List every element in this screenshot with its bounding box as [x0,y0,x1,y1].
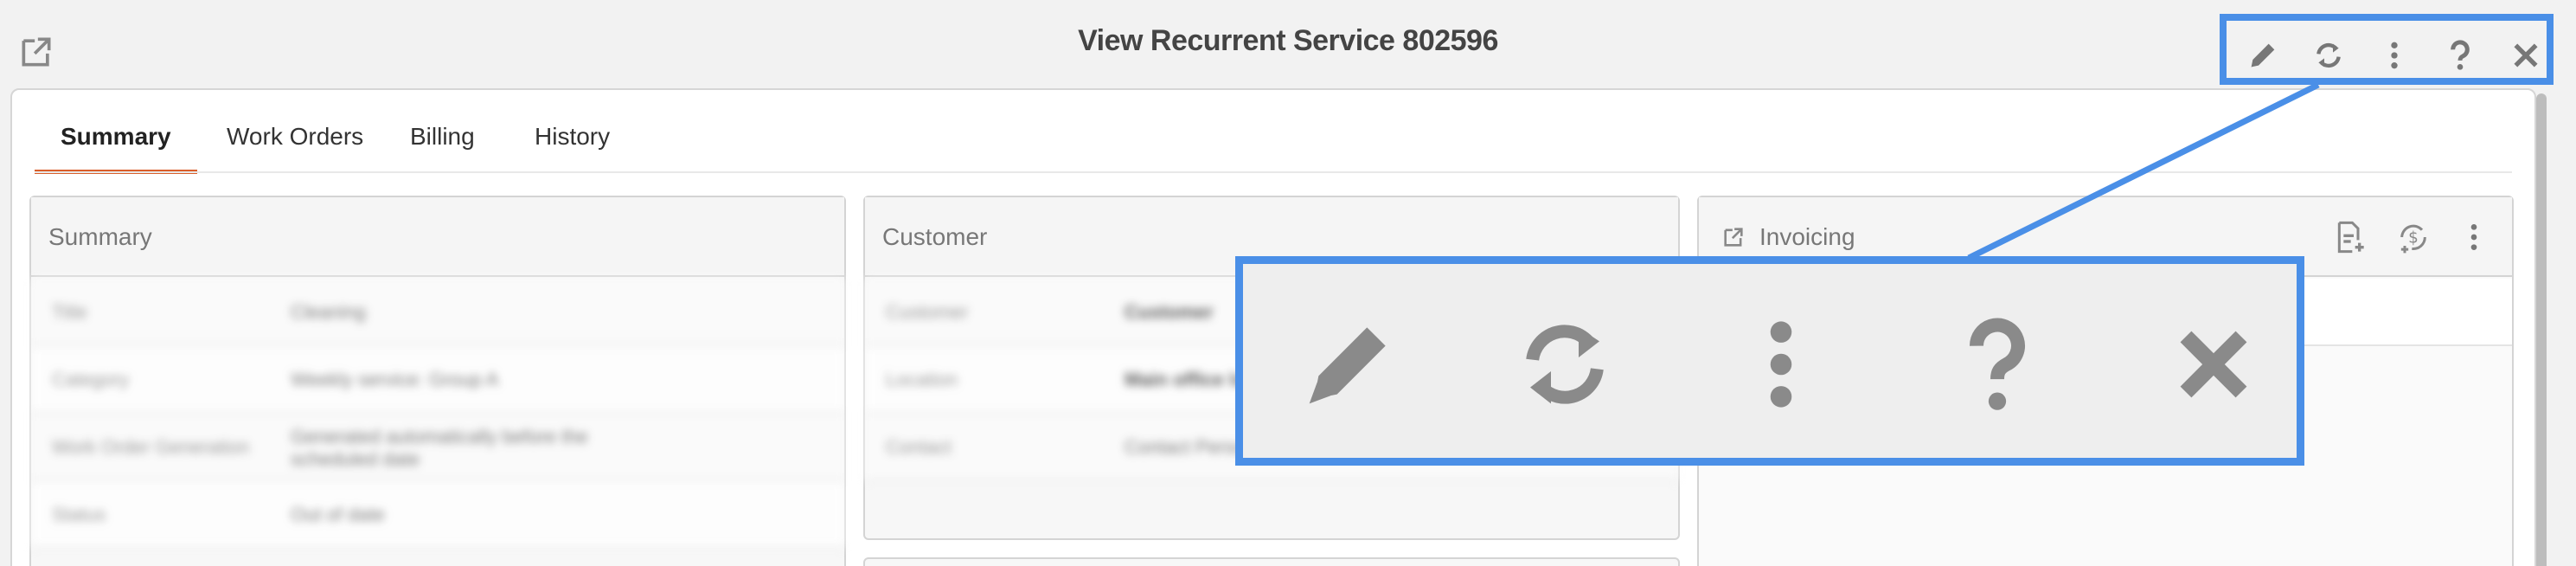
refresh-icon[interactable] [2311,38,2346,73]
row-value: Cleaning [291,301,366,323]
tab-work-orders[interactable]: Work Orders [201,113,389,170]
row-value: Generated automatically before the sched… [291,426,588,470]
row-label: Category [52,369,130,390]
close-icon[interactable] [2158,309,2269,420]
tabs-divider [35,171,2512,173]
add-billing-icon[interactable]: $ [2396,220,2431,254]
tab-summary[interactable]: Summary [35,113,197,174]
new-invoice-icon[interactable] [2332,220,2367,254]
secondary-card [863,557,1680,566]
summary-row: Work Order Generation Generated automati… [31,414,844,481]
more-vertical-icon[interactable] [2377,38,2412,73]
summary-card-body: Title Cleaning Category Weekly service: … [31,279,844,549]
row-label: Title [52,301,87,323]
open-in-new-window-icon[interactable] [1721,225,1746,249]
row-value: Out of date [291,504,385,525]
row-label: Work Order Generation [52,436,250,458]
summary-card-header: Summary [31,197,844,277]
invoicing-card-title: Invoicing [1759,223,1855,250]
pencil-icon[interactable] [2246,38,2280,73]
more-vertical-icon[interactable] [1726,309,1836,420]
close-icon[interactable] [2509,38,2543,73]
page-title: View Recurrent Service 802596 [1078,24,1498,57]
row-label: Status [52,504,106,525]
row-label: Customer [886,301,969,323]
tab-history[interactable]: History [509,113,636,170]
summary-row: Category Weekly service: Group A [31,346,844,414]
row-label: Contact [886,436,952,458]
summary-card-title: Summary [48,223,152,250]
help-icon[interactable] [1942,309,2053,420]
row-label: Location [886,369,958,390]
row-value: Weekly service: Group A [291,369,499,390]
tab-billing[interactable]: Billing [384,113,501,170]
refresh-icon[interactable] [1509,309,1620,420]
help-icon[interactable] [2443,38,2477,73]
pencil-icon[interactable] [1293,309,1404,420]
summary-row: Title Cleaning [31,279,844,346]
customer-card-title: Customer [882,223,988,250]
zoomed-toolbar [1235,256,2304,466]
summary-card: Summary Title Cleaning Category Weekly s… [29,196,846,566]
summary-row: Status Out of date [31,481,844,549]
row-value: Customer [1125,301,1214,323]
svg-text:$: $ [2408,229,2419,248]
scrollbar[interactable] [2536,93,2547,566]
toolbar-highlight-box [2220,14,2554,85]
more-vertical-icon[interactable] [2457,220,2491,254]
